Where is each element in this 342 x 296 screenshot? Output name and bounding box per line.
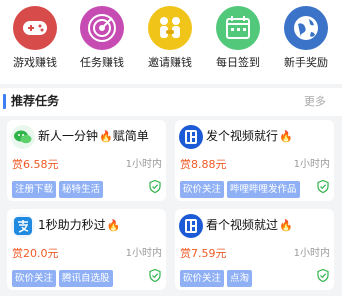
nav-item-task-earn[interactable]: 任务赚钱: [71, 6, 133, 76]
task-tags: 砍价关注 点淘: [180, 266, 255, 287]
task-reward: 赏20.0元: [12, 247, 59, 260]
recommended-section-header: 推荐任务 更多: [0, 88, 342, 116]
nav-label: 游戏赚钱: [13, 56, 57, 69]
shield-check-icon: [149, 180, 161, 193]
task-tag: 砍价关注: [180, 270, 225, 287]
task-card[interactable]: 新人一分钟🔥赋简单 赏6.58元 1小时内 注册下载 秘特生活: [7, 120, 166, 201]
task-tags: 砍价关注 腾讯自选股: [12, 266, 116, 287]
task-tags: 砍价关注 哔哩哔哩发作品: [180, 177, 303, 198]
task-card[interactable]: 1秒助力秒过🔥 赏20.0元 1小时内 砍价关注 腾讯自选股: [7, 209, 166, 290]
task-tag: 注册下载: [12, 181, 57, 198]
task-time: 1小时内: [125, 159, 162, 170]
nav-label: 邀请赚钱: [148, 56, 192, 69]
shield-check-icon: [149, 269, 161, 282]
task-tag: 哔哩哔哩发作品: [227, 181, 300, 198]
section-accent-bar: [3, 94, 6, 109]
nav-item-daily-checkin[interactable]: 每日签到: [207, 6, 269, 76]
nav-label: 新手奖励: [284, 56, 328, 69]
task-tag: 腾讯自选股: [59, 270, 113, 287]
task-tag: 点淘: [227, 270, 253, 287]
task-time: 1小时内: [293, 159, 330, 170]
nav-item-newbie-reward[interactable]: 新手奖励: [275, 6, 337, 76]
task-title: 看个视频就过🔥: [206, 218, 293, 232]
task-card[interactable]: 发个视频就行🔥 赏8.88元 1小时内 砍价关注 哔哩哔哩发作品: [175, 120, 334, 201]
task-tag: 秘特生活: [59, 181, 104, 198]
target-icon: [80, 6, 124, 50]
alipay-logo-icon: [11, 214, 35, 238]
wechat-logo-icon: [11, 125, 35, 149]
task-tags: 注册下载 秘特生活: [12, 177, 106, 198]
more-link[interactable]: 更多: [304, 94, 326, 109]
task-reward: 赏8.88元: [180, 158, 227, 171]
nav-label: 任务赚钱: [80, 56, 124, 69]
nav-item-game-earn[interactable]: 游戏赚钱: [4, 6, 66, 76]
task-time: 1小时内: [293, 248, 330, 259]
fire-icon: 🔥: [279, 219, 293, 232]
handshake-icon: [148, 6, 192, 50]
task-time: 1小时内: [125, 248, 162, 259]
nav-item-invite-earn[interactable]: 邀请赚钱: [139, 6, 201, 76]
task-card[interactable]: 看个视频就过🔥 赏7.59元 1小时内 砍价关注 点淘: [175, 209, 334, 290]
fire-icon: 🔥: [279, 130, 293, 143]
fire-icon: 🔥: [99, 130, 113, 143]
miao-logo-icon: [179, 125, 203, 149]
task-title: 发个视频就行🔥: [206, 129, 293, 143]
task-tag: 砍价关注: [12, 270, 57, 287]
gamepad-icon: [13, 6, 57, 50]
miao-logo-icon: [179, 214, 203, 238]
task-reward: 赏7.59元: [180, 247, 227, 260]
task-title: 新人一分钟🔥赋简单: [38, 129, 149, 143]
task-reward: 赏6.58元: [12, 158, 59, 171]
nav-label: 每日签到: [216, 56, 260, 69]
globe-icon: [284, 6, 328, 50]
category-nav: 游戏赚钱 任务赚钱 邀请赚钱 每日签到 新手奖励: [0, 0, 342, 84]
fire-icon: 🔥: [106, 219, 121, 232]
task-tag: 砍价关注: [180, 181, 225, 198]
task-title: 1秒助力秒过🔥: [38, 218, 121, 232]
section-title: 推荐任务: [11, 94, 60, 108]
calendar-icon: [216, 6, 260, 50]
shield-check-icon: [317, 269, 329, 282]
shield-check-icon: [317, 180, 329, 193]
